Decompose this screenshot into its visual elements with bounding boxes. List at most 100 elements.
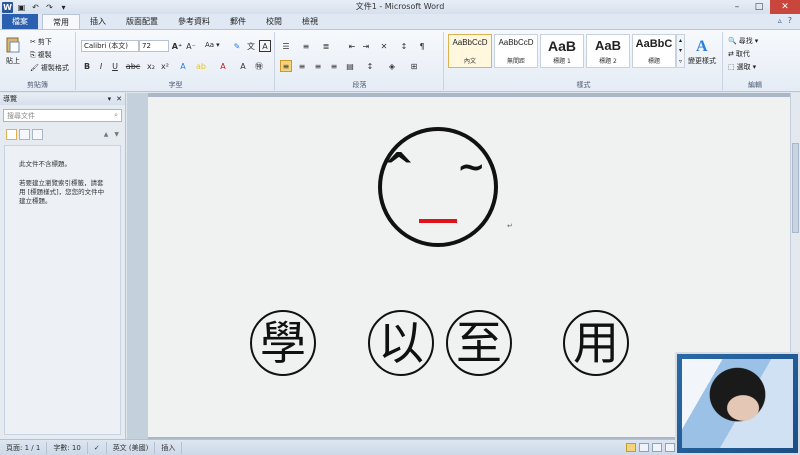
more-styles-icon[interactable]: ▿	[679, 58, 682, 65]
scissors-icon: ✂	[30, 38, 36, 46]
find-button[interactable]: 🔍 尋找 ▾	[728, 36, 758, 46]
font-group-label: 字型	[168, 81, 183, 89]
borders-icon[interactable]: ⊞	[408, 60, 420, 72]
decrease-indent-icon[interactable]: ⇤	[346, 40, 358, 52]
print-layout-view-icon[interactable]	[626, 443, 636, 452]
highlight-icon[interactable]: ab	[195, 60, 207, 72]
previous-heading-icon[interactable]: ▲	[104, 131, 109, 138]
search-icon[interactable]: ⌕	[114, 111, 118, 120]
copy-icon: ⎘	[30, 50, 36, 59]
format-painter-button[interactable]: 🖌 複製格式	[30, 63, 69, 73]
page-indicator[interactable]: 頁面: 1 / 1	[0, 441, 48, 454]
tab-file[interactable]: 檔案	[2, 14, 38, 29]
change-styles-button[interactable]: A 變更樣式	[688, 36, 716, 66]
collapse-ribbon-icon[interactable]: ▵	[778, 16, 782, 25]
full-screen-view-icon[interactable]	[639, 443, 649, 452]
scroll-up-icon[interactable]: ▴	[679, 37, 682, 44]
tab-references[interactable]: 參考資料	[168, 14, 220, 29]
increase-indent-icon[interactable]: ⇥	[360, 40, 372, 52]
enclose-character-icon[interactable]: ㊕	[253, 60, 265, 72]
shrink-font-icon[interactable]: A⁻	[185, 40, 197, 52]
tab-home[interactable]: 常用	[42, 14, 80, 29]
align-left-icon[interactable]: ≡	[280, 60, 292, 72]
maximize-button[interactable]: □	[748, 0, 770, 14]
next-heading-icon[interactable]: ▼	[114, 131, 119, 138]
copy-button[interactable]: ⎘ 複製	[30, 50, 52, 60]
style-normal[interactable]: AaBbCcD 內文	[448, 34, 492, 68]
chinese-layout-icon[interactable]: ✕	[378, 40, 390, 52]
word-logo-icon[interactable]: W	[2, 1, 13, 13]
styles-group-label: 樣式	[576, 81, 591, 89]
style-no-spacing[interactable]: AaBbCcD 無間距	[494, 34, 538, 68]
style-title[interactable]: AaBbC 標題	[632, 34, 676, 68]
grow-font-icon[interactable]: A⁺	[171, 40, 183, 52]
replace-button[interactable]: ⇄ 取代	[728, 49, 750, 59]
undo-icon[interactable]: ↶	[30, 2, 41, 13]
style-gallery-scroll[interactable]: ▴ ▾ ▿	[676, 34, 685, 68]
web-layout-view-icon[interactable]	[652, 443, 662, 452]
tab-mailings[interactable]: 郵件	[220, 14, 256, 29]
character-border-icon[interactable]: A	[259, 40, 271, 52]
close-button[interactable]: ✕	[770, 0, 800, 14]
enclosed-char-1: 學	[250, 310, 316, 376]
navigation-search-input[interactable]: 搜尋文件 ⌕	[3, 109, 122, 122]
cut-button[interactable]: ✂ 剪下	[30, 37, 52, 47]
font-name-box[interactable]: Calibri (本文)	[81, 40, 139, 52]
outline-view-icon[interactable]	[665, 443, 675, 452]
strikethrough-icon[interactable]: abc	[126, 60, 140, 72]
align-right-icon[interactable]: ≡	[312, 60, 324, 72]
superscript-icon[interactable]: x²	[159, 60, 171, 72]
scrollbar-thumb[interactable]	[792, 143, 799, 233]
style-heading-2[interactable]: AaB 標題 2	[586, 34, 630, 68]
italic-icon[interactable]: I	[95, 60, 107, 72]
language-indicator[interactable]: 英文 (美國)	[107, 441, 156, 454]
clear-format-icon[interactable]: ✎	[231, 40, 243, 52]
paragraph-shading-icon[interactable]: ◈	[386, 60, 398, 72]
browse-pages-tab[interactable]	[19, 129, 30, 140]
word-count[interactable]: 字數: 10	[47, 441, 88, 454]
face-mouth	[419, 219, 457, 223]
distributed-icon[interactable]: ▤	[344, 60, 356, 72]
help-icon[interactable]: ?	[788, 16, 792, 25]
font-size-box[interactable]: 72	[139, 40, 169, 52]
customize-icon[interactable]: ▾	[58, 2, 69, 13]
sort-icon[interactable]: ↕	[398, 40, 410, 52]
text-effects-icon[interactable]: A	[177, 60, 189, 72]
redo-icon[interactable]: ↷	[44, 2, 55, 13]
underline-icon[interactable]: U	[109, 60, 121, 72]
tab-insert[interactable]: 插入	[80, 14, 116, 29]
style-heading-1[interactable]: AaB 標題 1	[540, 34, 584, 68]
paragraph-group: ☰ ≡ ≣ ⇤ ⇥ ✕ ↕ ¶ ≡ ≡ ≡ ≡ ▤ ↕ ◈ ⊞ 段落	[276, 32, 444, 90]
select-button[interactable]: ⬚ 選取 ▾	[728, 62, 756, 72]
paste-button[interactable]: 貼上	[4, 36, 22, 66]
font-color-icon[interactable]: A	[217, 60, 229, 72]
tab-review[interactable]: 校閱	[256, 14, 292, 29]
justify-icon[interactable]: ≡	[328, 60, 340, 72]
browse-headings-tab[interactable]	[6, 129, 17, 140]
center-icon[interactable]: ≡	[296, 60, 308, 72]
numbering-icon[interactable]: ≡	[300, 40, 312, 52]
minimize-button[interactable]: –	[726, 0, 748, 14]
pane-options-icon[interactable]: ▾	[108, 95, 112, 103]
line-spacing-icon[interactable]: ↕	[364, 60, 376, 72]
show-marks-icon[interactable]: ¶	[416, 40, 428, 52]
phonetic-guide-icon[interactable]: 文	[245, 40, 257, 52]
tab-view[interactable]: 檢視	[292, 14, 328, 29]
change-case-button[interactable]: Aa ▾	[205, 41, 220, 49]
save-icon[interactable]: ▣	[16, 2, 27, 13]
insert-mode[interactable]: 插入	[155, 441, 183, 454]
subscript-icon[interactable]: x₂	[145, 60, 157, 72]
close-pane-icon[interactable]: ✕	[116, 95, 122, 103]
find-icon: 🔍	[728, 37, 737, 45]
scroll-down-icon[interactable]: ▾	[679, 47, 682, 54]
svg-text:A: A	[696, 38, 708, 54]
browse-results-tab[interactable]	[32, 129, 43, 140]
multilevel-list-icon[interactable]: ≣	[320, 40, 332, 52]
bold-icon[interactable]: B	[81, 60, 93, 72]
shading-icon[interactable]: A	[237, 60, 249, 72]
brush-icon: 🖌	[30, 64, 39, 72]
bullets-icon[interactable]: ☰	[280, 40, 292, 52]
tab-page-layout[interactable]: 版面配置	[116, 14, 168, 29]
proofing-status[interactable]: ✓	[88, 441, 107, 454]
search-placeholder: 搜尋文件	[7, 111, 35, 120]
